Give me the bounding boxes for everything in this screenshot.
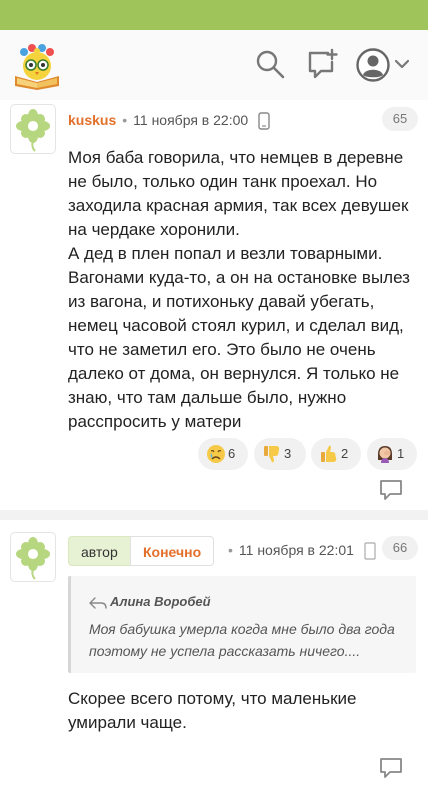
reply-icon[interactable] (378, 756, 404, 780)
separator-dot: • (122, 112, 128, 128)
reaction-thumbs-down[interactable]: 3 (254, 438, 306, 470)
comment-number[interactable]: 65 (382, 107, 418, 131)
flower-avatar-icon (16, 537, 50, 580)
reply-arrow-icon (89, 596, 107, 609)
user-avatar[interactable] (10, 104, 56, 154)
quote-author[interactable]: Алина Воробей (89, 594, 211, 609)
comment-date: 11 ноября в 22:00 (133, 112, 249, 128)
quote-text: Моя бабушка умерла когда мне было два го… (89, 621, 395, 659)
reply-icon[interactable] (378, 478, 404, 502)
reaction-count: 3 (284, 446, 292, 461)
new-post-icon[interactable] (306, 48, 338, 80)
author-tag: автор (68, 536, 130, 566)
logo-icon[interactable] (12, 42, 62, 90)
facepalm-icon (378, 446, 392, 463)
comment-meta: • 11 ноября в 22:01 (222, 542, 376, 560)
quote-author-name: Алина Воробей (110, 594, 211, 609)
app-header (0, 30, 428, 102)
comment-card: автор Конечно • 11 ноября в 22:01 66 Алин… (0, 520, 428, 800)
comment-text: Моя баба говорила, что немцев в деревне … (68, 148, 410, 431)
thumbs-down-icon (264, 446, 280, 463)
comment-card: kuskus • 11 ноября в 22:00 65 Моя баба гов… (0, 100, 428, 510)
comment-text: Скорее всего потому, что маленькие умира… (68, 689, 357, 732)
user-avatar-icon[interactable] (356, 48, 390, 82)
crying-face-icon (207, 445, 225, 463)
thumbs-up-icon (321, 445, 337, 462)
reaction-facepalm[interactable]: 1 (367, 438, 417, 470)
reaction-count: 1 (397, 446, 405, 461)
reaction-crying[interactable]: 6 (198, 438, 248, 470)
username[interactable]: Конечно (130, 536, 215, 566)
flower-avatar-icon (16, 109, 50, 152)
status-bar (0, 0, 428, 30)
separator-dot: • (228, 542, 233, 558)
search-icon[interactable] (254, 48, 286, 80)
reactions-bar: 6 3 2 1 (0, 438, 428, 472)
comment-meta: kuskus • 11 ноября в 22:00 (68, 111, 270, 130)
device-icon (364, 542, 376, 560)
reaction-count: 6 (228, 446, 236, 461)
chevron-down-icon[interactable] (394, 58, 410, 70)
comment-date: 11 ноября в 22:01 (238, 542, 354, 558)
reaction-count: 2 (341, 446, 349, 461)
comment-number[interactable]: 66 (382, 536, 418, 560)
user-avatar[interactable] (10, 532, 56, 582)
quote-block[interactable]: Алина Воробей Моя бабушка умерла когда м… (68, 576, 416, 673)
username[interactable]: kuskus (68, 112, 116, 128)
reaction-thumbs-up[interactable]: 2 (311, 438, 361, 470)
mobile-device-icon (258, 112, 270, 130)
